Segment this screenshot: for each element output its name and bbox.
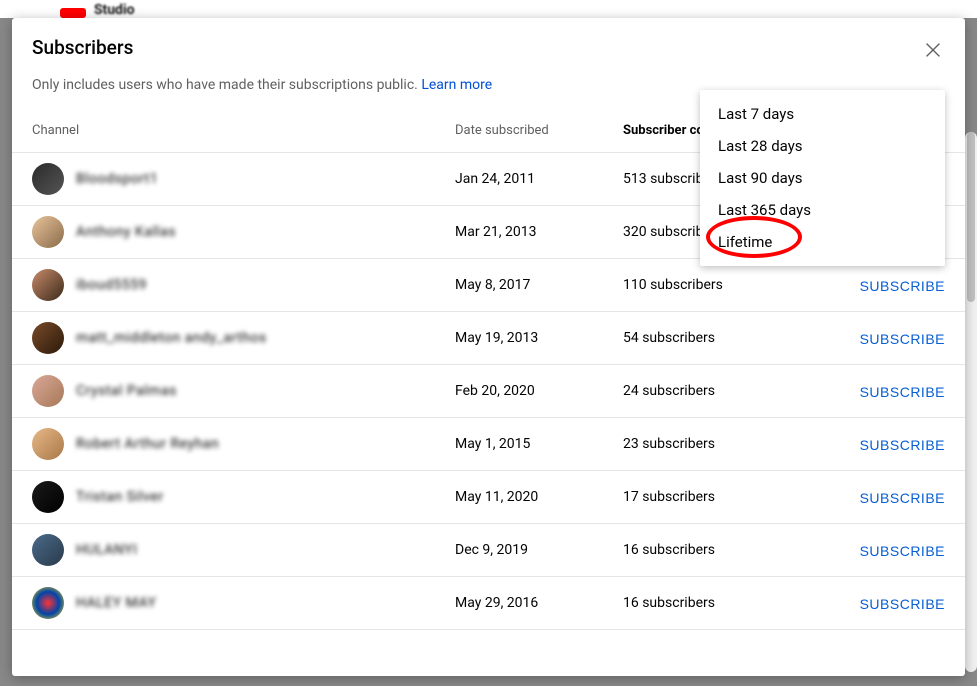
channel-cell[interactable]: HALEY MAY — [32, 587, 455, 619]
avatar — [32, 322, 64, 354]
action-cell: SUBSCRIBE — [823, 382, 945, 401]
subscriber-count: 17 subscribers — [623, 489, 823, 505]
close-icon — [922, 39, 944, 61]
avatar — [32, 269, 64, 301]
channel-name: matt_middleton andy_arthos — [76, 330, 267, 346]
date-subscribed: May 8, 2017 — [455, 277, 623, 293]
subscriber-count: 23 subscribers — [623, 436, 823, 452]
subtitle-text: Only includes users who have made their … — [32, 77, 421, 93]
avatar — [32, 216, 64, 248]
column-date[interactable]: Date subscribed — [455, 123, 623, 138]
avatar — [32, 375, 64, 407]
subscriber-count: 24 subscribers — [623, 383, 823, 399]
table-row: Crystal Palmas Feb 20, 202024 subscribers… — [12, 365, 965, 418]
table-row: Tristan Silver May 11, 202017 subscribers… — [12, 471, 965, 524]
action-cell: SUBSCRIBE — [823, 329, 945, 348]
subscribe-button[interactable]: SUBSCRIBE — [860, 278, 945, 294]
dropdown-item-365days[interactable]: Last 365 days — [700, 194, 945, 226]
channel-name: Crystal Palmas — [76, 383, 177, 399]
backdrop-title: Studio — [94, 2, 135, 18]
date-subscribed: Feb 20, 2020 — [455, 383, 623, 399]
table-row: iboud5559 May 8, 2017110 subscribers SUBSC… — [12, 259, 965, 312]
close-button[interactable] — [921, 38, 945, 62]
channel-cell[interactable]: Robert Arthur Reyhan — [32, 428, 455, 460]
scrollbar-thumb[interactable] — [967, 132, 975, 302]
channel-cell[interactable]: Tristan Silver — [32, 481, 455, 513]
subscriber-count: 16 subscribers — [623, 595, 823, 611]
table-row: matt_middleton andy_arthos May 19, 201354… — [12, 312, 965, 365]
date-subscribed: May 11, 2020 — [455, 489, 623, 505]
subscribers-modal: Subscribers Only includes users who have… — [12, 18, 965, 676]
date-subscribed: Mar 21, 2013 — [455, 224, 623, 240]
subscriber-count: 16 subscribers — [623, 542, 823, 558]
scrollbar[interactable] — [965, 132, 977, 672]
avatar — [32, 534, 64, 566]
channel-cell[interactable]: Crystal Palmas — [32, 375, 455, 407]
action-cell: SUBSCRIBE — [823, 541, 945, 560]
subscribe-button[interactable]: SUBSCRIBE — [860, 490, 945, 506]
channel-name: Robert Arthur Reyhan — [76, 436, 219, 452]
dropdown-item-lifetime[interactable]: Lifetime — [700, 226, 945, 258]
subscriber-count: 54 subscribers — [623, 330, 823, 346]
column-channel[interactable]: Channel — [32, 123, 455, 138]
date-subscribed: May 1, 2015 — [455, 436, 623, 452]
channel-cell[interactable]: Anthony Kallas — [32, 216, 455, 248]
table-row: HALEY MAY May 29, 201616 subscribers SUBSC… — [12, 577, 965, 630]
date-subscribed: Jan 24, 2011 — [455, 171, 623, 187]
time-range-dropdown: Last 7 days Last 28 days Last 90 days La… — [700, 90, 945, 266]
action-cell: SUBSCRIBE — [823, 435, 945, 454]
table-row: HULANYI Dec 9, 201916 subscribers SUBSCRIB… — [12, 524, 965, 577]
channel-name: Tristan Silver — [76, 489, 164, 505]
subscribe-button[interactable]: SUBSCRIBE — [860, 331, 945, 347]
channel-cell[interactable]: iboud5559 — [32, 269, 455, 301]
dropdown-item-90days[interactable]: Last 90 days — [700, 162, 945, 194]
channel-cell[interactable]: Bloodsport1 — [32, 163, 455, 195]
channel-name: Anthony Kallas — [76, 224, 176, 240]
avatar — [32, 163, 64, 195]
avatar — [32, 481, 64, 513]
subscribe-button[interactable]: SUBSCRIBE — [860, 596, 945, 612]
avatar — [32, 428, 64, 460]
modal-header: Subscribers Only includes users who have… — [12, 18, 965, 99]
backdrop-header: Studio — [0, 0, 977, 18]
channel-cell[interactable]: HULANYI — [32, 534, 455, 566]
subscriber-count: 110 subscribers — [623, 277, 823, 293]
date-subscribed: May 29, 2016 — [455, 595, 623, 611]
subscribe-button[interactable]: SUBSCRIBE — [860, 384, 945, 400]
youtube-logo-icon — [60, 8, 86, 18]
subscribe-button[interactable]: SUBSCRIBE — [860, 437, 945, 453]
channel-name: iboud5559 — [76, 277, 147, 293]
table-row: Robert Arthur Reyhan May 1, 201523 subscr… — [12, 418, 965, 471]
channel-name: HULANYI — [76, 542, 137, 558]
date-subscribed: May 19, 2013 — [455, 330, 623, 346]
action-cell: SUBSCRIBE — [823, 488, 945, 507]
subscribe-button[interactable]: SUBSCRIBE — [860, 543, 945, 559]
date-subscribed: Dec 9, 2019 — [455, 542, 623, 558]
modal-title: Subscribers — [32, 36, 945, 59]
dropdown-item-28days[interactable]: Last 28 days — [700, 130, 945, 162]
channel-name: Bloodsport1 — [76, 171, 158, 187]
channel-name: HALEY MAY — [76, 595, 156, 611]
action-cell: SUBSCRIBE — [823, 594, 945, 613]
action-cell: SUBSCRIBE — [823, 276, 945, 295]
learn-more-link[interactable]: Learn more — [421, 77, 492, 93]
dropdown-item-7days[interactable]: Last 7 days — [700, 98, 945, 130]
channel-cell[interactable]: matt_middleton andy_arthos — [32, 322, 455, 354]
avatar — [32, 587, 64, 619]
